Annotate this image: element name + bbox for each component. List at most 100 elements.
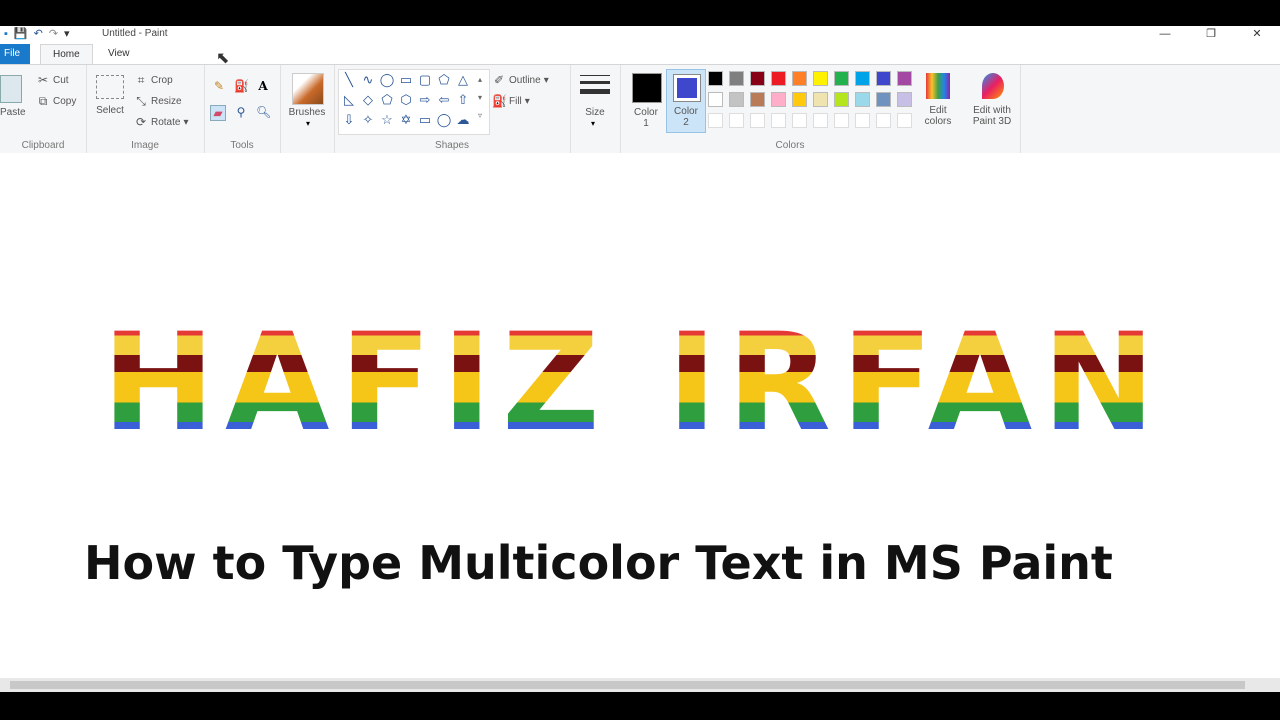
callout-oval-icon[interactable]: ◯ <box>436 112 452 128</box>
arrow-right-icon[interactable]: ⇨ <box>417 92 433 108</box>
cut-button[interactable]: ✂ Cut <box>36 73 69 87</box>
fill-button[interactable]: ⛽ Fill ▾ <box>492 94 530 108</box>
minimize-icon[interactable]: — <box>1142 26 1188 42</box>
eraser-icon[interactable]: ▰ <box>210 105 226 121</box>
color-picker-icon[interactable]: ⚲ <box>234 105 248 119</box>
palette-swatch[interactable] <box>897 92 912 107</box>
color2-swatch <box>673 74 701 102</box>
shapes-group-label: Shapes <box>435 140 469 151</box>
brushes-button[interactable]: Brushes ▾ <box>288 71 328 128</box>
rotate-button[interactable]: ⟳ Rotate ▾ <box>134 115 189 129</box>
star4-icon[interactable]: ✧ <box>360 112 376 128</box>
save-icon[interactable]: 💾 <box>14 27 28 41</box>
line-icon[interactable]: ╲ <box>341 72 357 88</box>
palette-swatch[interactable] <box>708 92 723 107</box>
palette-swatch[interactable] <box>876 113 891 128</box>
copy-button[interactable]: ⧉ Copy <box>36 94 77 108</box>
customize-qat-icon[interactable]: ▾ <box>64 27 70 41</box>
scrollbar-thumb[interactable] <box>10 681 1245 689</box>
palette-swatch[interactable] <box>771 71 786 86</box>
gallery-scroll[interactable]: ▴ ▾ ▿ <box>478 71 482 125</box>
palette-swatch[interactable] <box>876 71 891 86</box>
oval-icon[interactable]: ◯ <box>379 72 395 88</box>
palette-swatch[interactable] <box>708 71 723 86</box>
close-icon[interactable]: ✕ <box>1234 26 1280 42</box>
right-triangle-icon[interactable]: ◺ <box>341 92 357 108</box>
palette-swatch[interactable] <box>897 113 912 128</box>
palette-swatch[interactable] <box>897 71 912 86</box>
palette-swatch[interactable] <box>750 92 765 107</box>
arrow-down-icon[interactable]: ⇩ <box>341 112 357 128</box>
size-button[interactable]: Size ▾ <box>578 73 612 129</box>
palette-swatch[interactable] <box>855 113 870 128</box>
undo-icon[interactable]: ↶ <box>34 27 43 41</box>
scissors-icon: ✂ <box>37 73 49 87</box>
palette-swatch[interactable] <box>792 113 807 128</box>
palette-swatch[interactable] <box>813 92 828 107</box>
tab-view[interactable]: View <box>96 44 142 64</box>
crop-button[interactable]: ⌗ Crop <box>134 73 173 87</box>
arrow-left-icon[interactable]: ⇦ <box>436 92 452 108</box>
restore-icon[interactable]: ❐ <box>1188 26 1234 42</box>
palette-swatch[interactable] <box>729 113 744 128</box>
callout-cloud-icon[interactable]: ☁ <box>455 112 471 128</box>
select-label: Select <box>96 105 124 116</box>
palette-swatch[interactable] <box>876 92 891 107</box>
palette-swatch[interactable] <box>771 92 786 107</box>
magnifier-icon[interactable]: 🔍︎ <box>256 105 271 119</box>
star5-icon[interactable]: ☆ <box>379 112 395 128</box>
tab-home[interactable]: Home <box>40 44 93 65</box>
image-group-label: Image <box>131 140 159 151</box>
palette-swatch[interactable] <box>729 71 744 86</box>
palette-swatch[interactable] <box>708 113 723 128</box>
palette-swatch[interactable] <box>729 92 744 107</box>
palette-swatch[interactable] <box>834 92 849 107</box>
tab-file[interactable]: File <box>0 44 30 64</box>
pentagon-icon[interactable]: ⬠ <box>379 92 395 108</box>
window-title: Untitled - Paint <box>102 28 168 39</box>
paste-button[interactable]: Paste <box>0 71 28 121</box>
letterbox-top <box>0 0 1280 26</box>
palette-swatch[interactable] <box>750 71 765 86</box>
horizontal-scrollbar[interactable] <box>0 678 1280 692</box>
palette-swatch[interactable] <box>834 113 849 128</box>
edit-colors-button[interactable]: Edit colors <box>920 71 956 131</box>
diamond-icon[interactable]: ◇ <box>360 92 376 108</box>
fill-bucket-icon[interactable]: ⛽ <box>234 79 249 93</box>
select-button[interactable]: Select <box>94 73 126 123</box>
text-icon[interactable]: A <box>256 79 270 93</box>
curve-icon[interactable]: ∿ <box>360 72 376 88</box>
paint3d-icon <box>982 73 1004 99</box>
rotate-label: Rotate <box>151 116 181 128</box>
shapes-group: ╲ ∿ ◯ ▭ ▢ ⬠ △ ◺ ◇ ⬠ ⬡ ⇨ ⇦ ⇧ ⇩ ✧ ☆ ✡ ▭ ◯ <box>334 65 571 153</box>
palette-swatch[interactable] <box>771 113 786 128</box>
palette-swatch[interactable] <box>855 92 870 107</box>
rounded-rectangle-icon[interactable]: ▢ <box>417 72 433 88</box>
hexagon-icon[interactable]: ⬡ <box>398 92 414 108</box>
palette-swatch[interactable] <box>792 71 807 86</box>
palette-swatch[interactable] <box>813 113 828 128</box>
outline-button[interactable]: ✐ Outline ▾ <box>492 73 549 87</box>
triangle-icon[interactable]: △ <box>455 72 471 88</box>
edit-paint3d-button[interactable]: Edit with Paint 3D <box>966 71 1016 131</box>
rainbow-art-text: HAFIZ IRFAN <box>102 304 1166 461</box>
palette-swatch[interactable] <box>855 71 870 86</box>
pencil-icon[interactable]: ✎ <box>212 79 226 93</box>
palette-swatch[interactable] <box>792 92 807 107</box>
palette-swatch[interactable] <box>813 71 828 86</box>
palette-swatch[interactable] <box>834 71 849 86</box>
arrow-up-icon[interactable]: ⇧ <box>455 92 471 108</box>
color1-button[interactable]: Color 1 <box>628 71 664 131</box>
crop-label: Crop <box>151 74 173 86</box>
redo-icon[interactable]: ↷ <box>49 27 58 41</box>
rectangle-icon[interactable]: ▭ <box>398 72 414 88</box>
polygon-icon[interactable]: ⬠ <box>436 72 452 88</box>
color2-button[interactable]: Color 2 <box>666 69 706 133</box>
resize-button[interactable]: ⤡ Resize <box>134 94 181 108</box>
palette-swatch[interactable] <box>750 113 765 128</box>
drawing-canvas[interactable]: HAFIZ IRFAN How to Type Multicolor Text … <box>0 153 1280 676</box>
star6-icon[interactable]: ✡ <box>398 112 414 128</box>
paste-label: Paste <box>0 107 26 118</box>
callout-rect-icon[interactable]: ▭ <box>417 112 433 128</box>
caption-text: How to Type Multicolor Text in MS Paint <box>84 536 1113 590</box>
